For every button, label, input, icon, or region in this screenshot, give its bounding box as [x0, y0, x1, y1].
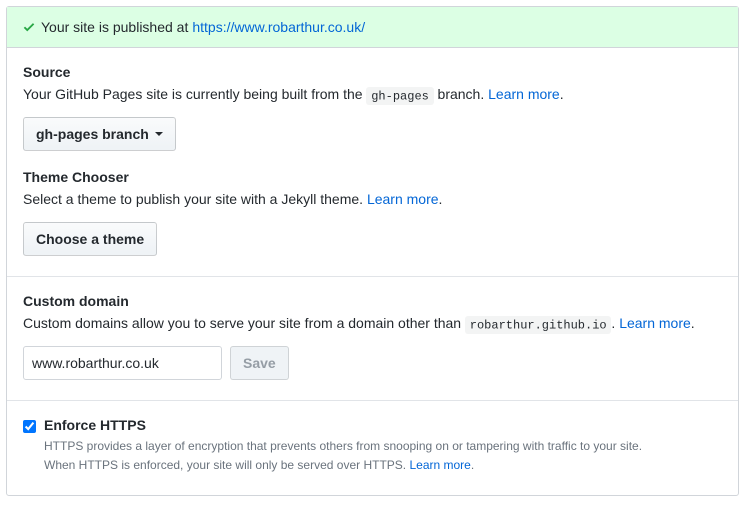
- theme-subsection: Theme Chooser Select a theme to publish …: [23, 169, 722, 256]
- published-url-link[interactable]: https://www.robarthur.co.uk/: [192, 19, 365, 35]
- published-flash: Your site is published at https://www.ro…: [7, 7, 738, 48]
- pages-settings-panel: Your site is published at https://www.ro…: [6, 6, 739, 496]
- section-custom-domain: Custom domain Custom domains allow you t…: [7, 277, 738, 401]
- source-branch-dropdown[interactable]: gh-pages branch: [23, 117, 176, 151]
- save-button[interactable]: Save: [230, 346, 289, 380]
- source-desc-before: Your GitHub Pages site is currently bein…: [23, 86, 366, 102]
- source-learn-more-link[interactable]: Learn more: [488, 86, 560, 102]
- theme-learn-more-link[interactable]: Learn more: [367, 191, 439, 207]
- source-heading: Source: [23, 64, 722, 80]
- theme-desc-text: Select a theme to publish your site with…: [23, 191, 367, 207]
- https-line1: HTTPS provides a layer of encryption tha…: [44, 439, 642, 453]
- section-enforce-https: Enforce HTTPS HTTPS provides a layer of …: [7, 401, 738, 495]
- custom-domain-description: Custom domains allow you to serve your s…: [23, 313, 722, 334]
- source-desc-after: branch.: [434, 86, 488, 102]
- custom-domain-heading: Custom domain: [23, 293, 722, 309]
- branch-code: gh-pages: [366, 87, 433, 106]
- custom-domain-input-row: Save: [23, 346, 722, 380]
- source-description: Your GitHub Pages site is currently bein…: [23, 84, 722, 105]
- custom-domain-learn-more-link[interactable]: Learn more: [619, 315, 691, 331]
- https-learn-more-link[interactable]: Learn more: [409, 458, 470, 472]
- choose-theme-button[interactable]: Choose a theme: [23, 222, 157, 256]
- custom-domain-desc-before: Custom domains allow you to serve your s…: [23, 315, 465, 331]
- https-line2: When HTTPS is enforced, your site will o…: [44, 458, 409, 472]
- theme-description: Select a theme to publish your site with…: [23, 189, 722, 210]
- published-text: Your site is published at: [41, 19, 188, 35]
- theme-heading: Theme Chooser: [23, 169, 722, 185]
- chevron-down-icon: [155, 132, 163, 136]
- default-domain-code: robarthur.github.io: [465, 316, 611, 335]
- check-icon: [23, 20, 35, 34]
- enforce-https-heading: Enforce HTTPS: [44, 417, 642, 433]
- source-branch-label: gh-pages branch: [36, 124, 149, 144]
- enforce-https-checkbox[interactable]: [23, 420, 36, 433]
- section-source-theme: Source Your GitHub Pages site is current…: [7, 48, 738, 277]
- enforce-https-subtext: HTTPS provides a layer of encryption tha…: [44, 437, 642, 475]
- source-subsection: Source Your GitHub Pages site is current…: [23, 64, 722, 151]
- custom-domain-input[interactable]: [23, 346, 222, 380]
